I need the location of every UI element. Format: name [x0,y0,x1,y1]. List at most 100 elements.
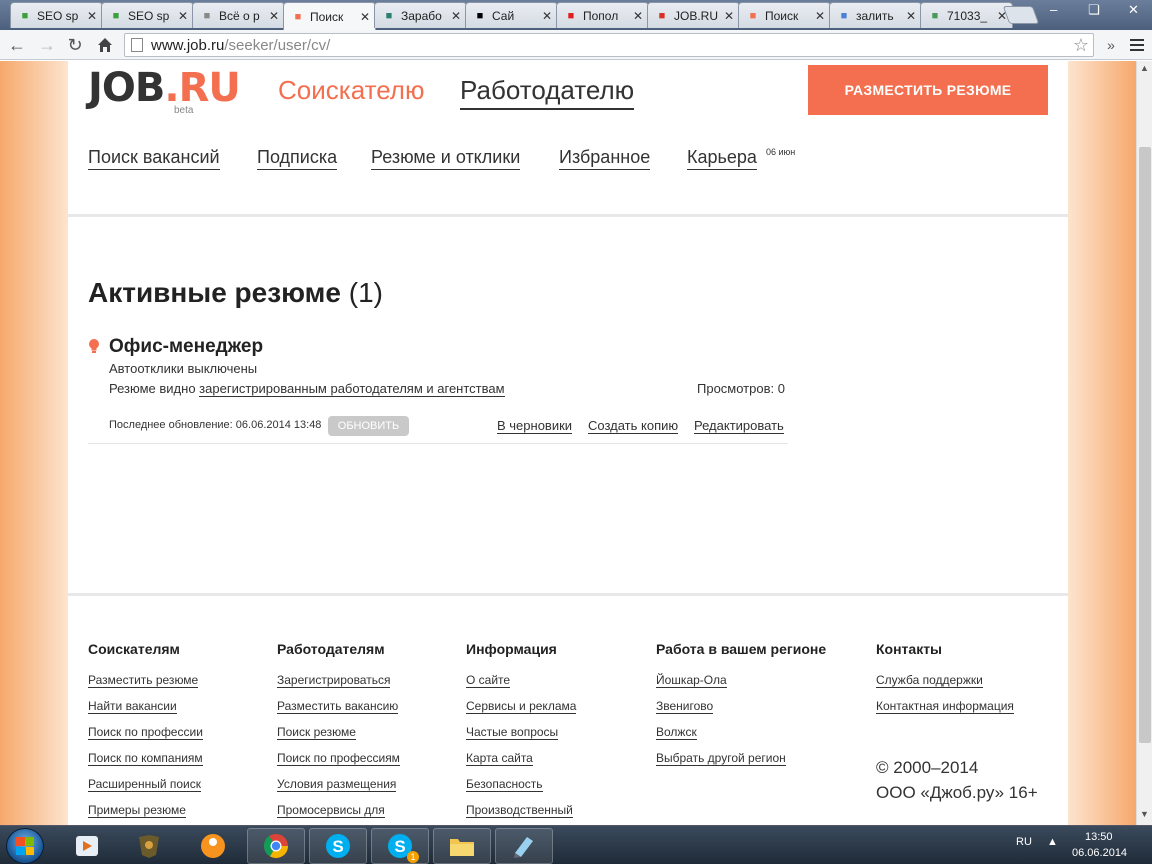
tab-close-icon[interactable]: ✕ [905,9,917,23]
game-app-icon[interactable] [120,828,178,864]
footer-link[interactable]: Сервисы и реклама [466,699,577,714]
footer-link[interactable]: Примеры резюме [88,803,186,818]
to-drafts-link[interactable]: В черновики [497,418,573,434]
subnav-subscription[interactable]: Подписка [257,147,338,170]
footer-link[interactable]: Поиск по профессиям [277,751,400,766]
footer-link[interactable]: Разместить резюме [88,673,199,688]
bookmark-star-icon[interactable]: ☆ [1073,35,1089,56]
role-employer-link[interactable]: Работодателю [460,75,635,110]
browser-tab[interactable]: ■ JOB.RU ✕ [647,2,740,28]
browser-tab[interactable]: ■ SEO sp ✕ [101,2,194,28]
chrome-taskbar-icon[interactable] [247,828,305,864]
tab-close-icon[interactable]: ✕ [541,9,553,23]
address-bar[interactable]: www.job.ru/seeker/user/cv/ ☆ [124,33,1094,57]
notepad-app-icon[interactable] [495,828,553,864]
browser-tab[interactable]: ■ 71033_ ✕ [920,2,1013,28]
footer-link[interactable]: О сайте [466,673,511,688]
vertical-scrollbar[interactable]: ▲ ▼ [1136,61,1152,825]
browser-tab[interactable]: ■ Попол ✕ [556,2,649,28]
document-icon: ■ [203,9,211,22]
skype-taskbar-icon-2[interactable]: S 1 [371,828,429,864]
footer-link[interactable]: Поиск по компаниям [88,751,203,766]
new-tab-button[interactable] [1002,6,1040,24]
browser-tab[interactable]: ■ Поиск ✕ [738,2,831,28]
close-window-icon[interactable]: ✕ [1128,2,1139,18]
resume-title-link[interactable]: Офис-менеджер [109,336,263,358]
tab-close-icon[interactable]: ✕ [723,9,735,23]
browser-tab[interactable]: ■ залить ✕ [829,2,922,28]
os-taskbar: S S 1 RU ▲ 13:50 06.06.2014 [0,825,1152,864]
tab-close-icon[interactable]: ✕ [268,9,280,23]
subnav-vacancy-search[interactable]: Поиск вакансий [88,147,220,170]
browser-tab[interactable]: ■ Зарабо ✕ [374,2,467,28]
language-indicator[interactable]: RU [1016,836,1032,848]
menu-icon[interactable] [1126,34,1148,56]
scroll-down-icon[interactable]: ▼ [1140,809,1149,819]
resume-separator [88,443,788,444]
footer-link[interactable]: Карта сайта [466,751,533,766]
odnoklassniki-app-icon[interactable] [184,828,242,864]
explorer-folder-icon[interactable] [433,828,491,864]
footer-link[interactable]: Звенигово [656,699,714,714]
visibility-link[interactable]: зарегистрированным работодателям и агент… [199,381,505,397]
restore-icon[interactable]: ❏ [1088,2,1100,18]
extensions-chevron-icon[interactable]: » [1100,34,1122,56]
seo-sprint-icon: ■ [21,9,29,22]
autoreply-status: Автоотклики выключены [109,361,258,376]
subnav-favorites[interactable]: Избранное [559,147,651,170]
refresh-button[interactable]: ОБНОВИТЬ [328,416,409,436]
footer-link[interactable]: Волжск [656,725,697,740]
tab-label: JOB.RU [674,8,719,23]
footer-link[interactable]: Служба поддержки [876,673,983,688]
clock-date[interactable]: 06.06.2014 [1072,847,1127,859]
skype-taskbar-icon[interactable]: S [309,828,367,864]
footer-column-title: Контакты [876,641,943,657]
back-arrow-icon[interactable]: ← [6,34,28,56]
footer-link[interactable]: Выбрать другой регион [656,751,786,766]
tab-close-icon[interactable]: ✕ [359,10,371,24]
footer-link[interactable]: Поиск резюме [277,725,356,740]
google-icon: ■ [840,9,848,22]
subnav-resumes-responses[interactable]: Резюме и отклики [371,147,521,170]
tab-close-icon[interactable]: ✕ [632,9,644,23]
role-seeker-link[interactable]: Соискателю [278,75,424,106]
tab-close-icon[interactable]: ✕ [177,9,189,23]
tab-close-icon[interactable]: ✕ [450,9,462,23]
footer-link[interactable]: Контактная информация [876,699,1014,714]
footer-link[interactable]: Условия размещения [277,777,397,792]
browser-tab[interactable]: ■ Поиск ✕ [283,2,376,30]
home-icon[interactable] [94,34,116,56]
footer-link[interactable]: Йошкар-Ола [656,673,727,688]
forward-arrow-icon[interactable]: → [36,34,58,56]
subnav-career[interactable]: Карьера [687,147,757,170]
clock-time[interactable]: 13:50 [1085,831,1113,843]
reload-icon[interactable]: ↻ [64,34,86,56]
browser-tab[interactable]: ■ Сай ✕ [465,2,558,28]
create-copy-link[interactable]: Создать копию [588,418,679,434]
browser-tab[interactable]: ■ Всё о р ✕ [192,2,285,28]
section-title-text: Активные резюме [88,277,341,308]
start-button[interactable] [6,828,44,864]
minimize-icon[interactable]: – [1050,2,1057,17]
scroll-up-icon[interactable]: ▲ [1140,63,1149,73]
footer-link[interactable]: Разместить вакансию [277,699,399,714]
post-resume-button[interactable]: РАЗМЕСТИТЬ РЕЗЮМЕ [808,65,1048,115]
tray-expand-icon[interactable]: ▲ [1047,836,1058,848]
last-updated: Последнее обновление: 06.06.2014 13:48 [109,419,322,431]
footer-link[interactable]: Безопасность [466,777,543,792]
footer-link[interactable]: Поиск по профессии [88,725,203,740]
media-player-icon[interactable] [58,828,116,864]
tab-close-icon[interactable]: ✕ [814,9,826,23]
browser-tab[interactable]: ■ SEO sp ✕ [10,2,103,28]
scrollbar-thumb[interactable] [1139,147,1151,743]
edit-link[interactable]: Редактировать [694,418,784,434]
tab-close-icon[interactable]: ✕ [86,9,98,23]
footer-link[interactable]: Производственный [466,803,573,818]
footer-link[interactable]: Промосервисы для [277,803,385,818]
footer-link[interactable]: Найти вакансии [88,699,177,714]
svg-text:S: S [332,837,343,856]
site-logo[interactable]: JOB.RU [88,65,241,111]
footer-link[interactable]: Расширенный поиск [88,777,201,792]
footer-link[interactable]: Зарегистрироваться [277,673,391,688]
footer-link[interactable]: Частые вопросы [466,725,559,740]
